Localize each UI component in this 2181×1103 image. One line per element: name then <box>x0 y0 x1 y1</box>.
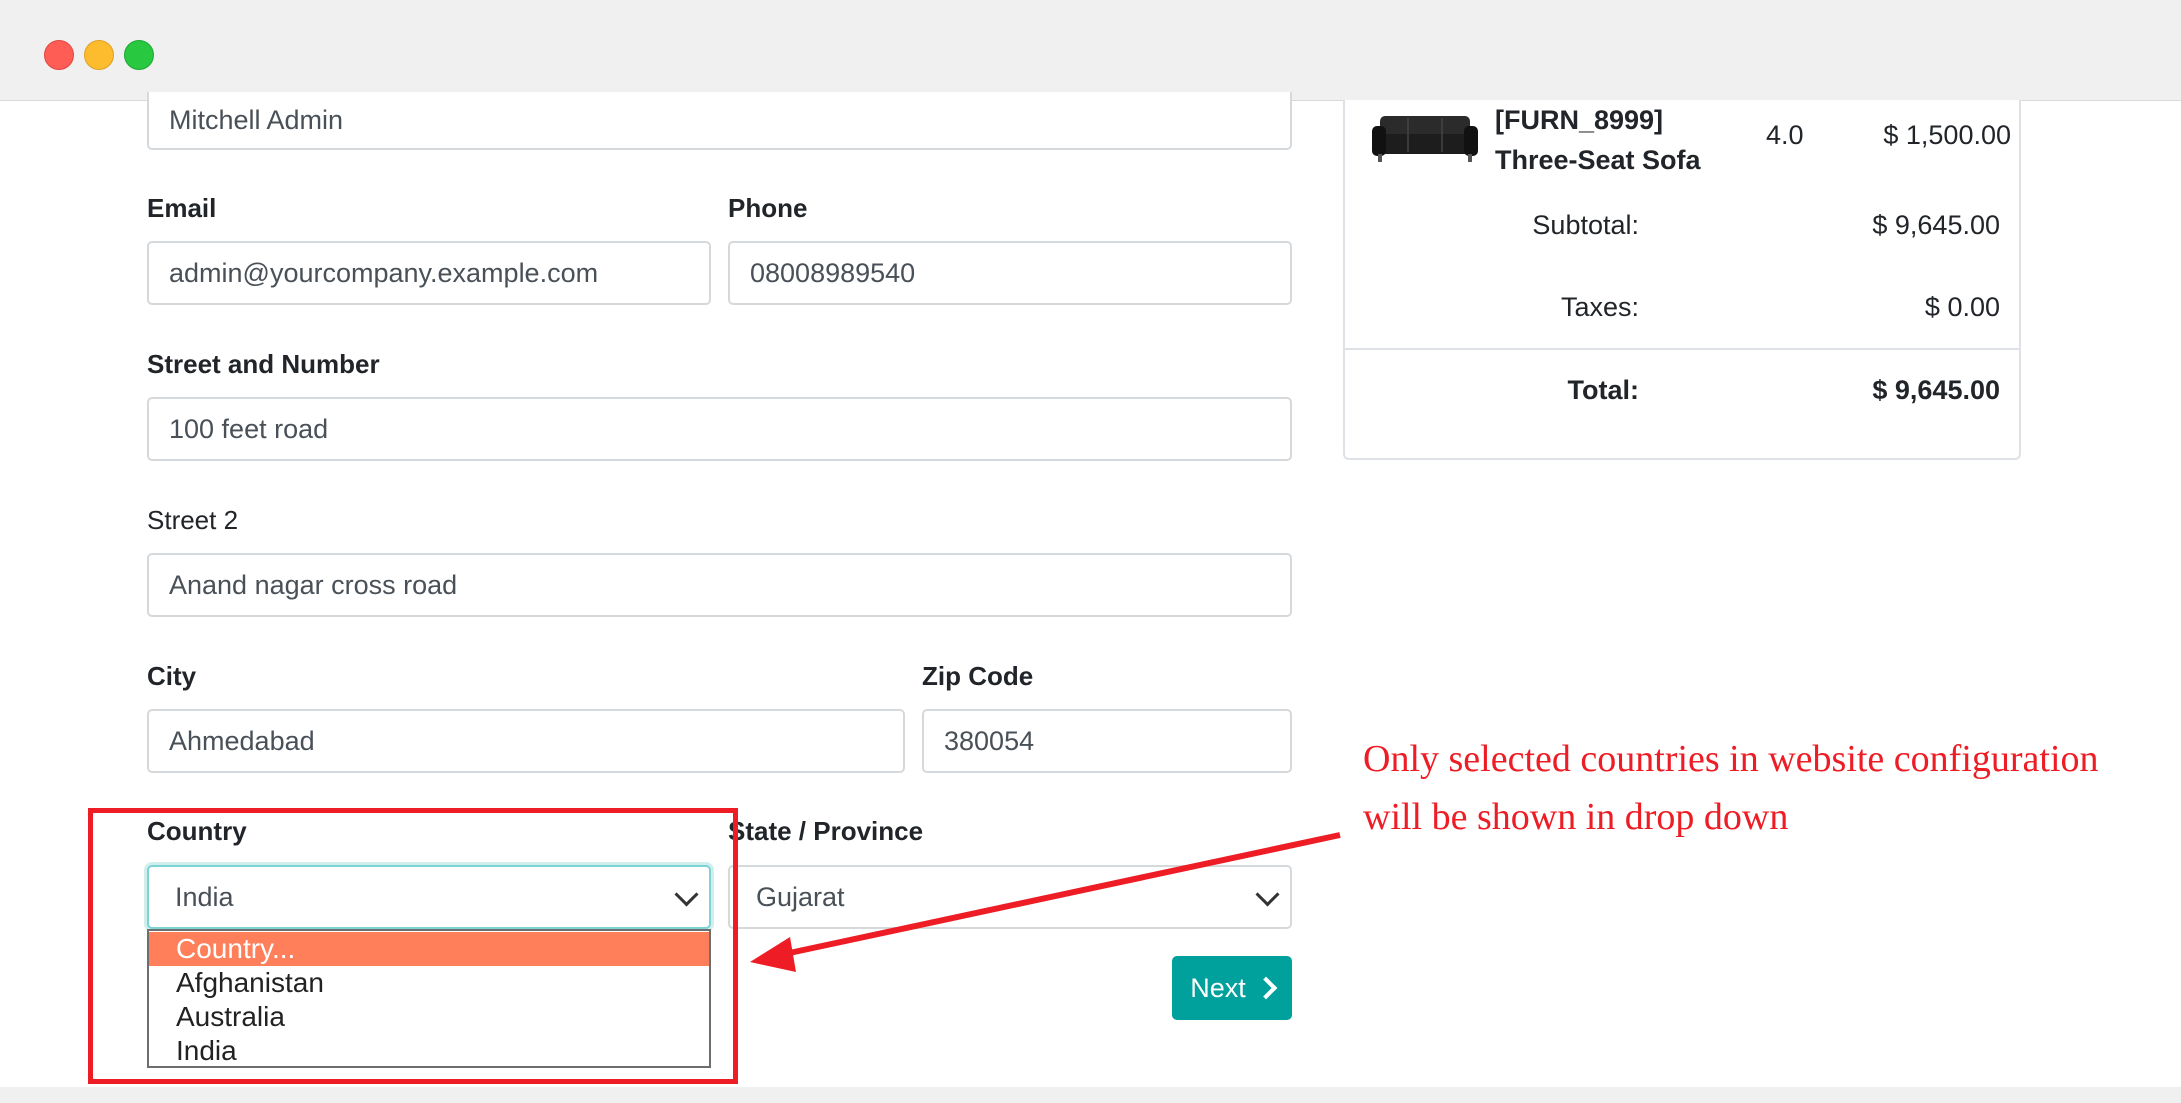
state-label: State / Province <box>728 816 924 846</box>
product-price: $ 1,500.00 <box>1883 120 2011 150</box>
next-button[interactable]: Next <box>1172 956 1292 1020</box>
chevron-right-icon <box>1254 976 1278 1000</box>
street2-field[interactable]: Anand nagar cross road <box>147 553 1292 617</box>
summary-divider <box>1345 348 2019 350</box>
window-bottom-edge <box>0 1087 2181 1103</box>
close-window-button[interactable] <box>44 40 74 70</box>
window-titlebar <box>0 0 2181 101</box>
phone-label: Phone <box>728 193 808 223</box>
chevron-down-icon <box>1255 882 1280 907</box>
street-field[interactable]: 100 feet road <box>147 397 1292 461</box>
email-field[interactable]: admin@yourcompany.example.com <box>147 241 711 305</box>
annotation-highlight-box <box>88 808 738 1084</box>
sofa-product-image <box>1372 116 1478 162</box>
taxes-label: Taxes: <box>1560 292 1639 322</box>
phone-field[interactable]: 08008989540 <box>728 241 1292 305</box>
total-value: $ 9,645.00 <box>1872 375 2000 405</box>
city-field[interactable]: Ahmedabad <box>147 709 905 773</box>
zip-field[interactable]: 380054 <box>922 709 1292 773</box>
name-field[interactable]: Mitchell Admin <box>147 92 1292 150</box>
next-button-label: Next <box>1190 972 1246 1003</box>
street2-label: Street 2 <box>147 505 239 535</box>
total-label: Total: <box>1567 375 1639 405</box>
maximize-window-button[interactable] <box>124 40 154 70</box>
zip-label: Zip Code <box>922 661 1034 691</box>
email-label: Email <box>147 193 217 223</box>
state-select[interactable]: Gujarat <box>728 865 1292 929</box>
taxes-value: $ 0.00 <box>1924 292 2000 322</box>
product-quantity: 4.0 <box>1766 120 1804 150</box>
product-name[interactable]: [FURN_8999] Three-Seat Sofa <box>1495 100 1745 180</box>
annotation-text: Only selected countries in website confi… <box>1363 738 2099 838</box>
subtotal-label: Subtotal: <box>1532 210 1639 240</box>
minimize-window-button[interactable] <box>84 40 114 70</box>
street-label: Street and Number <box>147 349 380 379</box>
city-label: City <box>147 661 197 691</box>
subtotal-value: $ 9,645.00 <box>1872 210 2000 240</box>
state-select-value: Gujarat <box>756 881 845 912</box>
